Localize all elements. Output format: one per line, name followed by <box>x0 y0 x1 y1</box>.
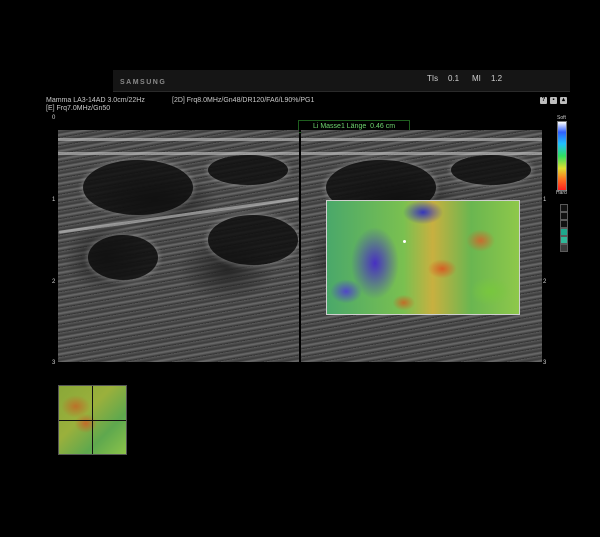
help-glyph: ? <box>541 97 546 103</box>
tissue-layer <box>58 152 299 155</box>
quality-indicator <box>560 212 568 220</box>
colorbar-hard-label: Hard <box>556 190 567 196</box>
bmode-image-left[interactable] <box>58 130 299 362</box>
quality-indicator <box>560 236 568 244</box>
depth-tick: 1 <box>52 197 56 203</box>
lock-glyph: ▪ <box>552 97 555 103</box>
mi-value: 1.2 <box>491 74 503 83</box>
depth-tick: 1 <box>543 197 547 203</box>
crosshair-horizontal <box>59 420 126 421</box>
depth-tick: 2 <box>543 279 547 285</box>
depth-tick: 0 <box>52 115 56 121</box>
quality-indicator <box>560 204 568 212</box>
elasto-thumbnail[interactable] <box>58 385 127 455</box>
elastography-roi[interactable] <box>326 200 520 315</box>
tis-label: TIs <box>427 74 439 83</box>
hypoechoic-region <box>88 235 158 280</box>
hypoechoic-region <box>208 215 298 265</box>
depth-tick: 3 <box>543 360 547 366</box>
elasto-params: [E] Frq7.0MHz/Gn50 <box>46 105 111 112</box>
depth-tick: 3 <box>52 360 56 366</box>
tissue-layer <box>58 138 299 141</box>
depth-tick: 2 <box>52 279 56 285</box>
home-glyph: ▴ <box>561 97 565 103</box>
elasticity-colorbar <box>557 121 567 191</box>
tissue-layer <box>301 138 542 141</box>
hypoechoic-region <box>208 155 288 185</box>
measurement-cursor[interactable] <box>403 240 406 243</box>
help-icon[interactable]: ? <box>540 97 547 104</box>
quality-indicator <box>560 244 568 252</box>
measurement-name: Li Masse1 Länge <box>312 123 367 130</box>
mi-label: MI <box>472 74 481 83</box>
measurement-value: 0.46 cm <box>370 123 396 130</box>
quality-indicator <box>560 228 568 236</box>
tis-value: 0.1 <box>448 74 460 83</box>
brand-logo: SAMSUNG <box>120 79 167 86</box>
bmode-params: [2D] Frq8.0MHz/Gn48/DR120/FA6/L90%/PG1 <box>172 97 315 104</box>
preset-info: Mamma LA3-14AD 3.0cm/22Hz <box>46 97 145 104</box>
tissue-layer <box>301 152 542 155</box>
hypoechoic-region <box>83 160 193 215</box>
lock-icon[interactable]: ▪ <box>550 97 557 104</box>
hypoechoic-region <box>451 155 531 185</box>
home-icon[interactable]: ▴ <box>560 97 567 104</box>
quality-indicator <box>560 220 568 228</box>
